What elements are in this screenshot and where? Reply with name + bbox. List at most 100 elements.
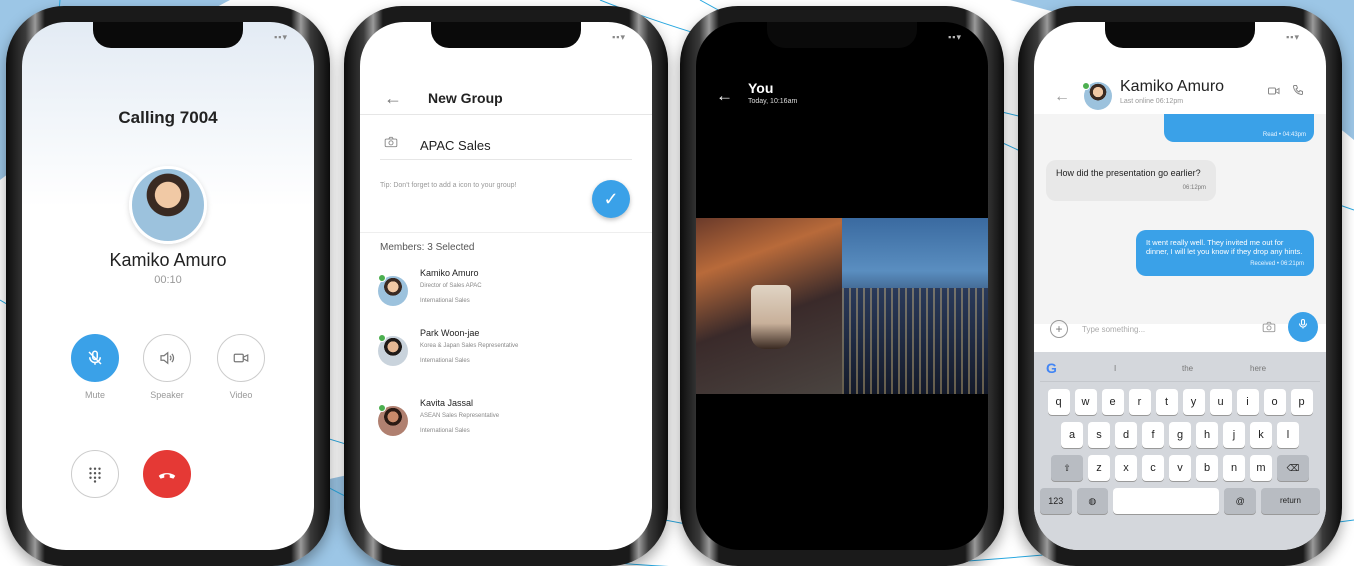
status-bar: ▪▪▾ bbox=[274, 32, 288, 42]
suggestion[interactable]: I bbox=[1114, 364, 1116, 373]
last-online: Last online 06:12pm bbox=[1120, 98, 1184, 105]
google-icon[interactable]: G bbox=[1046, 360, 1057, 376]
page-title: New Group bbox=[428, 90, 503, 106]
chat-header: ← Kamiko Amuro Last online 06:12pm bbox=[1034, 74, 1326, 114]
member-item[interactable]: Kavita Jassal ASEAN Sales Representative… bbox=[378, 398, 636, 454]
numbers-key[interactable]: 123 bbox=[1040, 488, 1072, 514]
suggestion-bar: G I the here bbox=[1040, 356, 1320, 382]
key[interactable]: w bbox=[1074, 389, 1097, 415]
key-row-4: 123 ◍ @ return bbox=[1040, 488, 1320, 514]
key[interactable]: r bbox=[1128, 389, 1151, 415]
return-key[interactable]: return bbox=[1260, 488, 1320, 514]
group-name-field[interactable]: APAC Sales bbox=[380, 134, 632, 160]
back-arrow-icon[interactable]: ← bbox=[1054, 88, 1070, 106]
end-call-icon bbox=[143, 450, 191, 498]
member-item[interactable]: Park Woon-jae Korea & Japan Sales Repres… bbox=[378, 328, 636, 384]
tip-text: Tip: Don't forget to add a icon to your … bbox=[380, 182, 517, 189]
message-text: It went really well. They invited me out… bbox=[1146, 238, 1303, 257]
header-divider bbox=[360, 114, 652, 115]
sent-message: It went really well. They invited me out… bbox=[1136, 230, 1314, 277]
key[interactable]: t bbox=[1155, 389, 1178, 415]
viewer-title: You bbox=[748, 80, 774, 96]
member-role: Director of Sales APAC bbox=[420, 283, 482, 289]
key[interactable]: l bbox=[1277, 422, 1299, 448]
key[interactable]: n bbox=[1223, 455, 1245, 481]
new-group-screen: ▪▪▾ ← New Group APAC Sales Tip: Don't fo… bbox=[360, 22, 652, 550]
backspace-key[interactable]: ⌫ bbox=[1277, 455, 1309, 481]
status-bar: ▪▪▾ bbox=[612, 32, 626, 42]
member-team: International Sales bbox=[420, 358, 470, 364]
photo-left-half bbox=[696, 218, 842, 394]
globe-key[interactable]: ◍ bbox=[1076, 488, 1109, 514]
message-composer: + Type something... bbox=[1044, 312, 1318, 344]
message-input[interactable]: Type something... bbox=[1076, 320, 1252, 340]
mic-icon[interactable] bbox=[1288, 312, 1318, 342]
video-call-icon[interactable] bbox=[1268, 86, 1280, 99]
mute-button[interactable]: Mute bbox=[68, 334, 122, 400]
back-arrow-icon[interactable]: ← bbox=[384, 88, 402, 109]
shared-photo[interactable] bbox=[696, 218, 988, 394]
speaker-icon bbox=[143, 334, 191, 382]
camera-icon[interactable] bbox=[1262, 321, 1276, 336]
key[interactable]: o bbox=[1263, 389, 1286, 415]
key[interactable]: q bbox=[1047, 389, 1070, 415]
key[interactable]: f bbox=[1142, 422, 1164, 448]
key[interactable]: u bbox=[1209, 389, 1232, 415]
message-time: 06:12pm bbox=[1182, 185, 1206, 192]
back-arrow-icon[interactable]: ← bbox=[716, 86, 733, 106]
key[interactable]: h bbox=[1196, 422, 1218, 448]
key[interactable]: x bbox=[1115, 455, 1137, 481]
notch bbox=[431, 22, 581, 48]
group-name-value: APAC Sales bbox=[420, 138, 491, 153]
message-status: Received • 06:21pm bbox=[1250, 260, 1304, 267]
notch bbox=[93, 22, 243, 48]
caller-avatar bbox=[129, 166, 207, 244]
key[interactable]: y bbox=[1182, 389, 1205, 415]
key[interactable]: d bbox=[1115, 422, 1137, 448]
key[interactable]: s bbox=[1088, 422, 1110, 448]
key-row-1: q w e r t y u i o p bbox=[1040, 389, 1320, 415]
key[interactable]: v bbox=[1169, 455, 1191, 481]
call-screen: ▪▪▾ Calling 7004 Kamiko Amuro 00:10 Mute… bbox=[22, 22, 314, 550]
at-key[interactable]: @ bbox=[1224, 488, 1256, 514]
members-count: Members: 3 Selected bbox=[380, 242, 475, 253]
suggestion[interactable]: the bbox=[1182, 364, 1193, 373]
end-call-button[interactable] bbox=[140, 450, 194, 498]
key[interactable]: g bbox=[1169, 422, 1191, 448]
shift-key[interactable]: ⇧ bbox=[1051, 455, 1083, 481]
speaker-label: Speaker bbox=[150, 390, 184, 400]
space-key[interactable] bbox=[1113, 488, 1220, 514]
video-button[interactable]: Video bbox=[214, 334, 268, 400]
speaker-button[interactable]: Speaker bbox=[140, 334, 194, 400]
key[interactable]: p bbox=[1290, 389, 1313, 415]
key[interactable]: e bbox=[1101, 389, 1124, 415]
message-list[interactable]: Read • 04:43pm How did the presentation … bbox=[1034, 114, 1326, 324]
online-indicator bbox=[378, 334, 386, 342]
key[interactable]: i bbox=[1236, 389, 1259, 415]
key[interactable]: a bbox=[1061, 422, 1083, 448]
confirm-button[interactable]: ✓ bbox=[592, 180, 630, 218]
key[interactable]: k bbox=[1250, 422, 1272, 448]
status-bar: ▪▪▾ bbox=[1286, 32, 1300, 42]
key-row-3: ⇧ z x c v b n m ⌫ bbox=[1040, 455, 1320, 481]
keypad-button[interactable] bbox=[68, 450, 122, 498]
key[interactable]: j bbox=[1223, 422, 1245, 448]
phone-image-viewer: ▪▪▾ ← You Today, 10:16am bbox=[680, 6, 1004, 566]
phone-call-icon[interactable] bbox=[1292, 84, 1304, 99]
plus-icon[interactable]: + bbox=[1050, 320, 1068, 338]
phone-new-group: ▪▪▾ ← New Group APAC Sales Tip: Don't fo… bbox=[344, 6, 668, 566]
member-item[interactable]: Kamiko Amuro Director of Sales APAC Inte… bbox=[378, 268, 636, 324]
message-text: How did the presentation go earlier? bbox=[1056, 168, 1201, 178]
key[interactable]: c bbox=[1142, 455, 1164, 481]
key[interactable]: b bbox=[1196, 455, 1218, 481]
key[interactable]: m bbox=[1250, 455, 1272, 481]
caller-name: Kamiko Amuro bbox=[109, 250, 227, 270]
status-bar: ▪▪▾ bbox=[948, 32, 962, 42]
notch bbox=[1105, 22, 1255, 48]
camera-icon[interactable] bbox=[384, 136, 398, 151]
suggestion[interactable]: here bbox=[1250, 364, 1266, 373]
member-name: Park Woon-jae bbox=[420, 328, 480, 338]
phone-chat: ▪▪▾ ← Kamiko Amuro Last online 06:12pm R… bbox=[1018, 6, 1342, 566]
member-team: International Sales bbox=[420, 298, 470, 304]
key[interactable]: z bbox=[1088, 455, 1110, 481]
